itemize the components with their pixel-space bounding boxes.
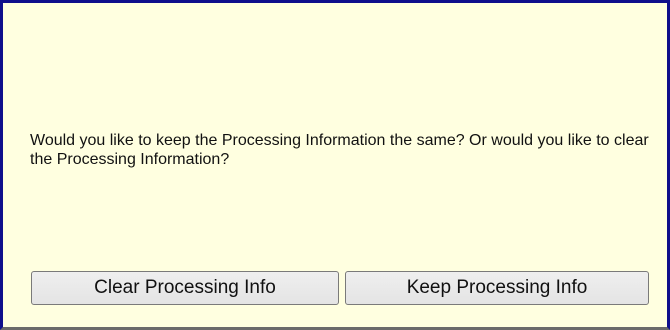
dialog-message: Would you like to keep the Processing In… [30,132,649,168]
confirmation-dialog: Would you like to keep the Processing In… [0,0,670,330]
clear-processing-info-button[interactable]: Clear Processing Info [31,271,339,305]
keep-processing-info-button[interactable]: Keep Processing Info [345,271,649,305]
